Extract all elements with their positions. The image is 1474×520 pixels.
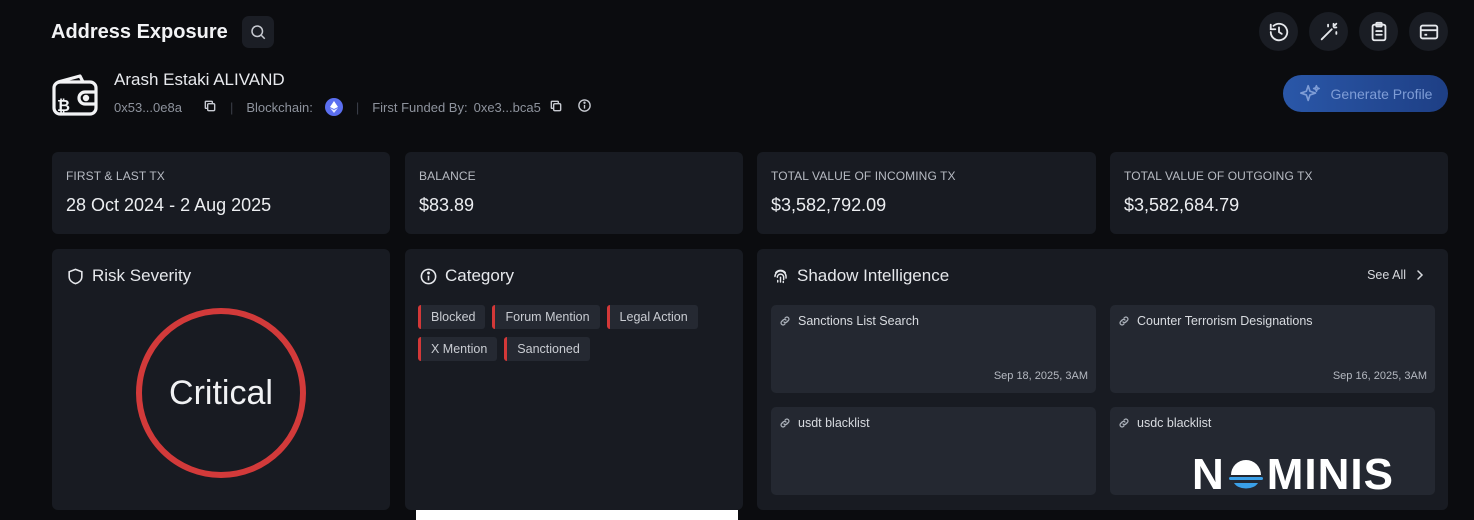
stat-label: TOTAL VALUE OF OUTGOING TX — [1124, 169, 1313, 183]
risk-level-text: Critical — [169, 373, 273, 412]
category-panel: Category Blocked Forum Mention Legal Act… — [405, 249, 743, 510]
category-tag[interactable]: Legal Action — [606, 305, 698, 329]
shadow-intelligence-header: Shadow Intelligence — [771, 266, 949, 286]
page-title: Address Exposure — [51, 20, 228, 43]
copy-address-button[interactable] — [203, 99, 217, 116]
intel-card[interactable]: usdt blacklist — [771, 407, 1096, 495]
stat-balance: BALANCE $83.89 — [405, 152, 743, 234]
info-icon — [578, 99, 591, 112]
logo-text-right: MINIS — [1266, 450, 1395, 499]
top-actions — [1259, 12, 1448, 51]
magic-wand-icon — [1320, 22, 1337, 40]
intel-card-date: Sep 16, 2025, 3AM — [1332, 370, 1427, 382]
logo-text-left: N — [1192, 450, 1225, 499]
category-header: Category — [419, 266, 514, 286]
divider: | — [355, 99, 360, 115]
stat-value: $3,582,792.09 — [771, 195, 887, 215]
stat-outgoing-tx: TOTAL VALUE OF OUTGOING TX $3,582,684.79 — [1110, 152, 1448, 234]
svg-text:₿: ₿ — [57, 96, 70, 115]
shield-icon — [68, 268, 83, 284]
link-icon — [780, 316, 790, 326]
first-funded-label: First Funded By: — [372, 99, 468, 115]
bottom-scroll-strip — [416, 510, 738, 520]
fingerprint-icon — [774, 269, 787, 283]
search-icon — [250, 25, 266, 40]
intel-card-title: usdt blacklist — [798, 416, 870, 430]
stat-label: BALANCE — [419, 169, 476, 183]
copy-funder-button[interactable] — [549, 99, 563, 116]
see-all-label: See All — [1367, 268, 1406, 282]
wallet-bitcoin-icon: ₿ — [52, 74, 98, 116]
risk-severity-header: Risk Severity — [66, 266, 191, 286]
risk-severity-title: Risk Severity — [92, 266, 192, 285]
stat-first-last-tx: FIRST & LAST TX 28 Oct 2024 - 2 Aug 2025 — [52, 152, 390, 234]
stat-value: $83.89 — [419, 195, 475, 215]
risk-level-ring: Critical — [136, 308, 306, 478]
intel-card-title: Counter Terrorism Designations — [1137, 314, 1313, 328]
intel-card[interactable]: Counter Terrorism Designations Sep 16, 2… — [1110, 305, 1435, 393]
logo-o-icon — [1228, 460, 1263, 489]
card-icon — [1419, 24, 1438, 39]
category-title: Category — [445, 266, 514, 285]
risk-severity-panel: Risk Severity Critical — [52, 249, 390, 510]
history-icon — [1269, 22, 1288, 41]
intel-card[interactable]: Sanctions List Search Sep 18, 2025, 3AM — [771, 305, 1096, 393]
stat-label: TOTAL VALUE OF INCOMING TX — [771, 169, 956, 183]
intel-card-title: usdc blacklist — [1137, 416, 1212, 430]
info-icon — [420, 268, 437, 284]
magic-wand-button[interactable] — [1309, 12, 1348, 51]
generate-profile-button[interactable]: Generate Profile — [1283, 75, 1448, 112]
card-button[interactable] — [1409, 12, 1448, 51]
ethereum-icon — [324, 98, 343, 116]
address-text: 0x53...0e8a — [114, 99, 182, 115]
link-icon — [780, 418, 790, 428]
intel-card-title: Sanctions List Search — [798, 314, 919, 328]
profile-name: Arash Estaki ALIVAND — [114, 70, 285, 89]
category-tags: Blocked Forum Mention Legal Action X Men… — [418, 305, 718, 361]
copy-icon — [204, 100, 216, 111]
link-icon — [1119, 418, 1129, 428]
clipboard-icon — [1371, 21, 1386, 41]
chevron-right-icon — [1417, 270, 1424, 280]
link-icon — [1119, 316, 1129, 326]
nominis-logo: N MINIS — [1192, 450, 1394, 500]
category-tag[interactable]: Forum Mention — [492, 305, 600, 329]
blockchain-label: Blockchain: — [246, 99, 313, 115]
history-button[interactable] — [1259, 12, 1298, 51]
intel-card-date: Sep 18, 2025, 3AM — [993, 370, 1088, 382]
first-funded-value: 0xe3...bca5 — [473, 99, 541, 115]
stat-value: 28 Oct 2024 - 2 Aug 2025 — [66, 195, 272, 215]
profile-meta: 0x53...0e8a | Blockchain: | First Funded… — [114, 97, 592, 117]
sparkle-icon — [1299, 84, 1320, 101]
page-header: Address Exposure — [51, 16, 274, 48]
copy-icon — [550, 100, 562, 111]
see-all-link[interactable]: See All — [1367, 268, 1426, 282]
category-tag[interactable]: X Mention — [418, 337, 498, 361]
stat-value: $3,582,684.79 — [1124, 195, 1240, 215]
generate-profile-label: Generate Profile — [1330, 85, 1433, 102]
clipboard-button[interactable] — [1359, 12, 1398, 51]
stat-incoming-tx: TOTAL VALUE OF INCOMING TX $3,582,792.09 — [757, 152, 1096, 234]
stat-label: FIRST & LAST TX — [66, 169, 165, 183]
divider: | — [229, 99, 234, 115]
search-button[interactable] — [241, 16, 274, 48]
info-button[interactable] — [577, 98, 592, 116]
category-tag[interactable]: Sanctioned — [504, 337, 590, 361]
category-tag[interactable]: Blocked — [418, 305, 486, 329]
shadow-intelligence-title: Shadow Intelligence — [797, 266, 950, 285]
